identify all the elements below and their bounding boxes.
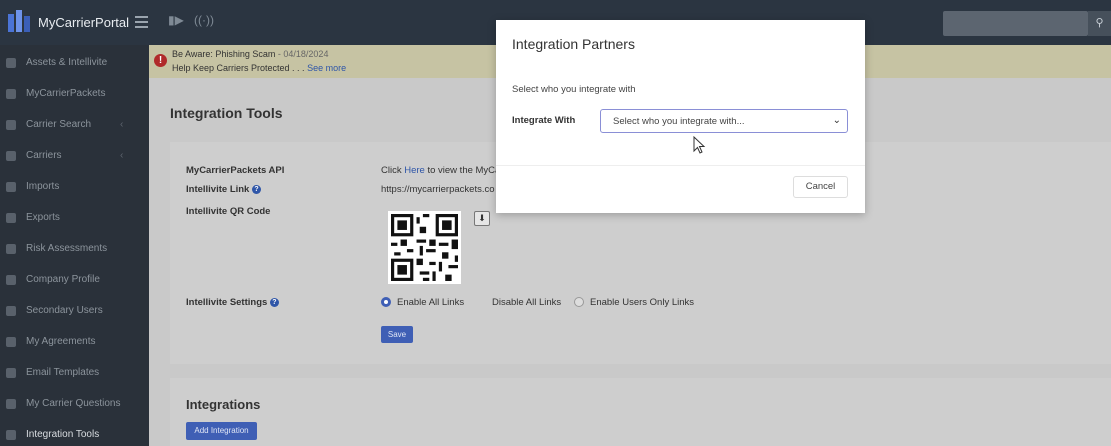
integrate-with-select[interactable]: Select who you integrate with... ⌄: [600, 109, 848, 133]
page-title: Integration Tools: [170, 105, 283, 121]
sidebar-item-exports[interactable]: Exports: [0, 207, 149, 229]
alert-date: - 04/18/2024: [277, 49, 329, 59]
intellivite-link-value: https://mycarrierpackets.co: [381, 184, 495, 195]
sidebar-item-label: Carriers: [26, 150, 62, 161]
sidebar-item-label: My Carrier Questions: [26, 398, 121, 409]
sidebar-item-label: Exports: [26, 212, 60, 223]
save-button[interactable]: Save: [381, 326, 413, 343]
intellivite-link-label: Intellivite Link ?: [186, 184, 261, 195]
sidebar-item-agreements[interactable]: My Agreements: [0, 331, 149, 353]
sidebar-item-assets[interactable]: Assets & Intellivite: [0, 52, 149, 74]
sidebar-item-carriers[interactable]: Carriers ‹: [0, 145, 149, 167]
app-logo-icon[interactable]: [8, 10, 30, 34]
building-icon: [6, 275, 16, 285]
export-icon: [6, 213, 16, 223]
sidebar-item-carrier-search[interactable]: Carrier Search ‹: [0, 114, 149, 136]
search-icon: [6, 120, 16, 130]
sidebar-item-label: Risk Assessments: [26, 243, 108, 254]
sidebar-item-label: MyCarrierPackets: [26, 88, 106, 99]
api-label: MyCarrierPackets API: [186, 165, 285, 176]
radio-enable-users-only-links[interactable]: [574, 297, 584, 307]
sidebar-item-imports[interactable]: Imports: [0, 176, 149, 198]
add-integration-button[interactable]: Add Integration: [186, 422, 257, 440]
mouse-cursor-icon: [693, 136, 706, 154]
question-icon: [6, 399, 16, 409]
user-icon: [6, 306, 16, 316]
sidebar-item-label: Company Profile: [26, 274, 100, 285]
sidebar: Assets & Intellivite MyCarrierPackets Ca…: [0, 45, 149, 446]
modal-divider: [496, 165, 865, 166]
qr-code-label: Intellivite QR Code: [186, 206, 271, 217]
radio-label: Enable All Links: [397, 297, 465, 308]
search-input[interactable]: [943, 11, 1088, 36]
intellivite-settings-label: Intellivite Settings ?: [186, 297, 279, 308]
qr-code-image: [388, 211, 461, 284]
risk-icon: [6, 244, 16, 254]
sidebar-item-packets[interactable]: MyCarrierPackets: [0, 83, 149, 105]
api-here-link[interactable]: Here: [404, 165, 425, 176]
megaphone-icon[interactable]: ▮▶: [168, 13, 184, 27]
sidebar-item-secondary-users[interactable]: Secondary Users: [0, 300, 149, 322]
sidebar-item-integration-tools[interactable]: Integration Tools: [0, 424, 149, 446]
qr-code-icon: [391, 214, 458, 281]
integrations-title: Integrations: [186, 397, 261, 412]
radio-enable-all-links[interactable]: [381, 297, 391, 307]
download-icon[interactable]: ⬇: [474, 211, 490, 226]
chevron-down-icon: ⌄: [832, 115, 841, 126]
select-value: Select who you integrate with...: [613, 116, 745, 127]
radio-label: Enable Users Only Links: [590, 297, 695, 308]
see-more-link[interactable]: See more: [307, 63, 346, 73]
modal-subtitle: Select who you integrate with: [512, 84, 636, 95]
help-icon[interactable]: ?: [269, 297, 279, 307]
sidebar-item-label: Email Templates: [26, 367, 100, 378]
sidebar-item-label: Imports: [26, 181, 60, 192]
sidebar-item-label: Integration Tools: [26, 429, 100, 440]
sidebar-item-label: Carrier Search: [26, 119, 92, 130]
modal-title: Integration Partners: [512, 36, 635, 52]
document-icon: [6, 337, 16, 347]
truck-icon: [6, 151, 16, 161]
packets-icon: [6, 89, 16, 99]
radio-label: Disable All Links: [492, 297, 562, 308]
broadcast-icon[interactable]: ((·)): [194, 13, 214, 27]
sidebar-item-company-profile[interactable]: Company Profile: [0, 269, 149, 291]
chevron-left-icon: ‹: [120, 119, 124, 130]
sidebar-item-label: Secondary Users: [26, 305, 103, 316]
integrations-card: [170, 378, 1111, 446]
cancel-button[interactable]: Cancel: [793, 176, 848, 198]
exclamation-icon: !: [154, 54, 167, 67]
sidebar-item-label: My Agreements: [26, 336, 96, 347]
menu-icon[interactable]: [135, 16, 148, 31]
sidebar-item-label: Assets & Intellivite: [26, 57, 108, 68]
search-button[interactable]: ⚲: [1088, 11, 1111, 36]
alert-title: Be Aware: Phishing Scam - 04/18/2024: [172, 49, 329, 59]
alert-message: Help Keep Carriers Protected . . . See m…: [172, 63, 347, 73]
mail-icon: [6, 368, 16, 378]
api-text: Click Here to view the MyCa: [381, 165, 501, 176]
sidebar-item-email-templates[interactable]: Email Templates: [0, 362, 149, 384]
import-icon: [6, 182, 16, 192]
sidebar-item-questions[interactable]: My Carrier Questions: [0, 393, 149, 415]
tools-icon: [6, 430, 16, 440]
app-title[interactable]: MyCarrierPortal: [38, 15, 129, 30]
help-icon[interactable]: ?: [252, 184, 261, 194]
integration-partners-modal: Integration Partners Select who you inte…: [496, 20, 865, 213]
chevron-left-icon: ‹: [120, 150, 124, 161]
integrate-with-label: Integrate With: [512, 115, 576, 126]
search-icon: ⚲: [1095, 17, 1104, 29]
sidebar-item-risk[interactable]: Risk Assessments: [0, 238, 149, 260]
assets-icon: [6, 58, 16, 68]
